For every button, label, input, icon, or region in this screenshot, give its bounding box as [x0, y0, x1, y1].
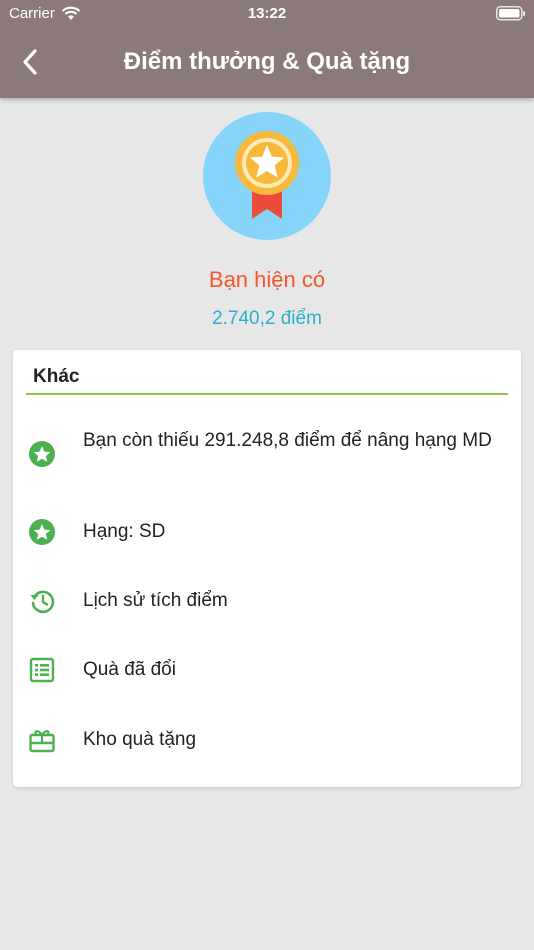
list-item-upgrade-progress[interactable]: Bạn còn thiếu 291.248,8 điểm để nâng hạn… — [26, 428, 508, 469]
top-bar: Carrier 13:22 Điểm thưởng & Quà tặng — [0, 0, 534, 98]
battery-icon — [496, 6, 525, 21]
list-item-gift-store[interactable]: Kho quà tặng — [26, 725, 508, 755]
list-item-label: Lịch sử tích điểm — [83, 590, 228, 611]
history-icon — [30, 590, 55, 614]
clock: 13:22 — [247, 5, 287, 22]
list-item-label: Kho quà tặng — [83, 729, 197, 750]
list-item-rank[interactable]: Hạng: SD — [26, 517, 508, 547]
list-item-points-history[interactable]: Lịch sử tích điểm — [26, 586, 508, 616]
list-item-redeemed-gifts[interactable]: Quà đã đổi — [26, 655, 508, 685]
medal-badge — [203, 112, 331, 240]
star-circle-icon — [29, 441, 55, 467]
chevron-left-icon — [23, 49, 37, 75]
card-title: Khác — [33, 366, 80, 387]
list-item-label: Hạng: SD — [83, 521, 166, 542]
back-button[interactable] — [12, 44, 48, 80]
card-divider — [26, 393, 508, 395]
star-circle-icon — [29, 519, 55, 545]
list-item-label: Quà đã đổi — [83, 659, 176, 680]
status-bar: Carrier 13:22 — [0, 0, 534, 28]
medal-star-icon — [235, 131, 299, 219]
list-item-label: Bạn còn thiếu 291.248,8 điểm để nâng hạn… — [83, 430, 492, 451]
gift-icon — [29, 730, 55, 753]
page-title: Điểm thưởng & Quà tặng — [123, 48, 411, 75]
points-value: 2.740,2 điểm — [212, 308, 322, 329]
list-icon — [29, 657, 55, 683]
other-card: Khác Bạn còn thiếu 291.248,8 điểm để nân… — [13, 350, 521, 787]
current-points-label: Bạn hiện có — [208, 267, 326, 292]
